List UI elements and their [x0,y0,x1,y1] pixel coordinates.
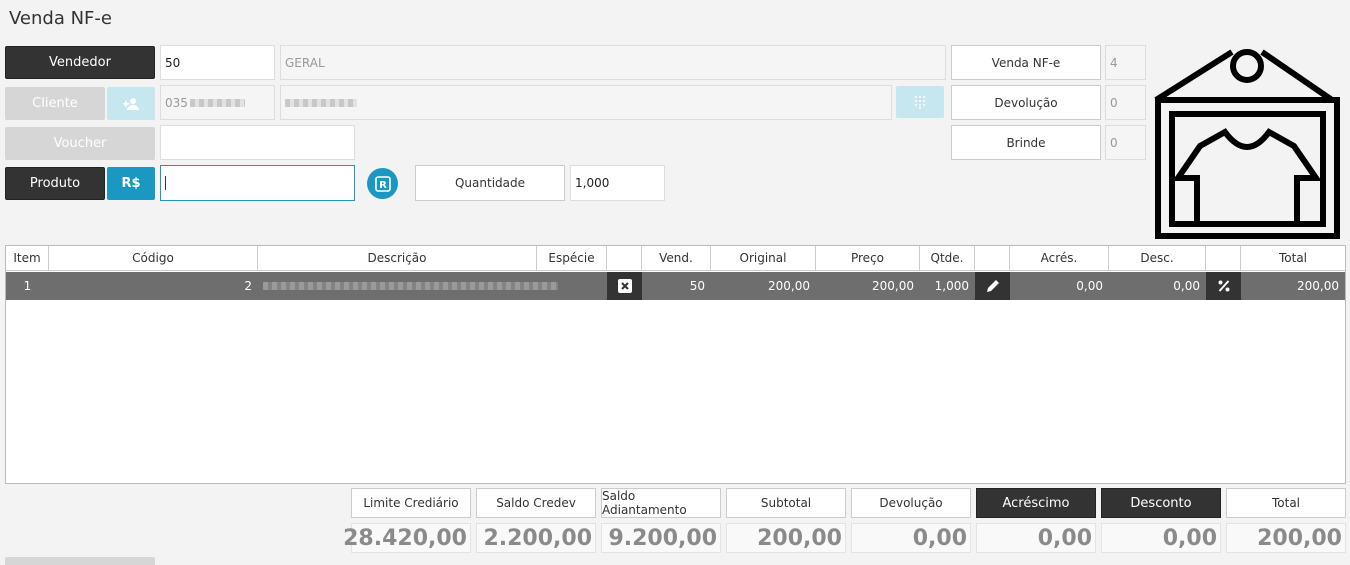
discount-item-button[interactable] [1206,272,1241,300]
cell-codigo: 2 [244,279,252,293]
table-row[interactable]: 1 2 50 200,00 200,00 1,000 0,00 0,00 200… [6,272,1345,300]
counter-devolucao-value: 0 [1105,85,1146,120]
vendedor-button[interactable]: Vendedor [5,46,155,79]
cell-vend: 50 [689,279,705,293]
counter-devolucao-label: Devolução [951,85,1101,120]
voucher-input[interactable] [160,125,355,160]
subtotal-label: Subtotal [726,488,846,518]
table-header: Item Código Descrição Espécie Vend. Orig… [6,246,1345,271]
cliente-code: 035 [165,95,188,110]
cliente-name-field [280,85,892,120]
desconto-value: 0,00 [1101,523,1221,553]
clothing-store-logo-icon [1154,49,1340,239]
saldo-adiantamento-label: Saldo Adiantamento [601,488,721,518]
registered-r-icon: R [374,175,391,192]
col-item[interactable]: Item [6,246,49,270]
limite-crediario-label: Limite Crediário [351,488,471,518]
produto-input[interactable] [160,165,355,201]
cell-original: 200,00 [768,279,810,293]
saldo-credev-label: Saldo Credev [476,488,596,518]
cell-desc: 0,00 [1173,279,1200,293]
col-codigo[interactable]: Código [49,246,258,270]
col-acres[interactable]: Acrés. [1010,246,1109,270]
text-cursor [165,176,166,190]
col-descricao[interactable]: Descrição [258,246,537,270]
cell-qtde: 1,000 [934,279,969,293]
keypad-icon [915,96,925,109]
percent-icon [1218,280,1229,292]
price-mode-button[interactable]: R$ [107,167,155,200]
vendedor-code-input[interactable]: 50 [160,45,275,80]
cell-acres: 0,00 [1076,279,1103,293]
col-qtde[interactable]: Qtde. [920,246,975,270]
total-label: Total [1226,488,1346,518]
cliente-button[interactable]: Cliente [5,87,105,120]
devolucao-value: 0,00 [851,523,971,553]
counter-venda-label: Venda NF-e [951,45,1101,80]
quantidade-input[interactable]: 1,000 [570,165,665,201]
vendedor-name-field: GERAL [280,45,946,80]
reference-button[interactable]: R [367,168,398,199]
col-discount [1206,246,1241,270]
acrescimo-value: 0,00 [976,523,1096,553]
redacted-text [285,98,357,107]
cell-total: 200,00 [1297,279,1339,293]
items-table: Item Código Descrição Espécie Vend. Orig… [5,245,1346,484]
subtotal-value: 200,00 [726,523,846,553]
add-user-icon [123,97,139,110]
redacted-text [263,282,558,290]
edit-item-button[interactable] [975,272,1010,300]
saldo-credev-value: 2.200,00 [476,523,596,553]
col-original[interactable]: Original [711,246,816,270]
cliente-code-field: 035 [160,85,275,120]
col-remove [607,246,642,270]
cell-item: 1 [23,279,32,293]
col-preco[interactable]: Preço [816,246,920,270]
page-title: Venda NF-e [9,8,112,29]
cell-descricao [263,272,563,300]
col-especie[interactable]: Espécie [537,246,607,270]
col-edit [975,246,1010,270]
limite-crediario-value: 28.420,00 [343,523,471,553]
saldo-adiantamento-value: 9.200,00 [601,523,721,553]
counter-brinde-value: 0 [1105,125,1146,160]
svg-text:R: R [379,180,387,191]
add-client-button[interactable] [107,87,155,120]
redacted-text [189,98,245,107]
keypad-button[interactable] [896,86,944,118]
desconto-button[interactable]: Desconto [1101,488,1221,518]
pencil-icon [986,280,999,292]
voucher-button[interactable]: Voucher [5,127,155,160]
bottom-action-button[interactable] [5,557,155,565]
counter-venda-value: 4 [1105,45,1146,80]
devolucao-label: Devolução [851,488,971,518]
col-vend[interactable]: Vend. [642,246,711,270]
col-desc[interactable]: Desc. [1109,246,1206,270]
acrescimo-button[interactable]: Acréscimo [976,488,1096,518]
total-value: 200,00 [1226,523,1346,553]
produto-button[interactable]: Produto [5,167,105,200]
remove-item-button[interactable] [607,272,642,300]
col-total[interactable]: Total [1241,246,1345,270]
cell-preco: 200,00 [872,279,914,293]
quantidade-label: Quantidade [415,165,565,201]
close-box-icon [617,279,632,293]
counter-brinde-label: Brinde [951,125,1101,160]
